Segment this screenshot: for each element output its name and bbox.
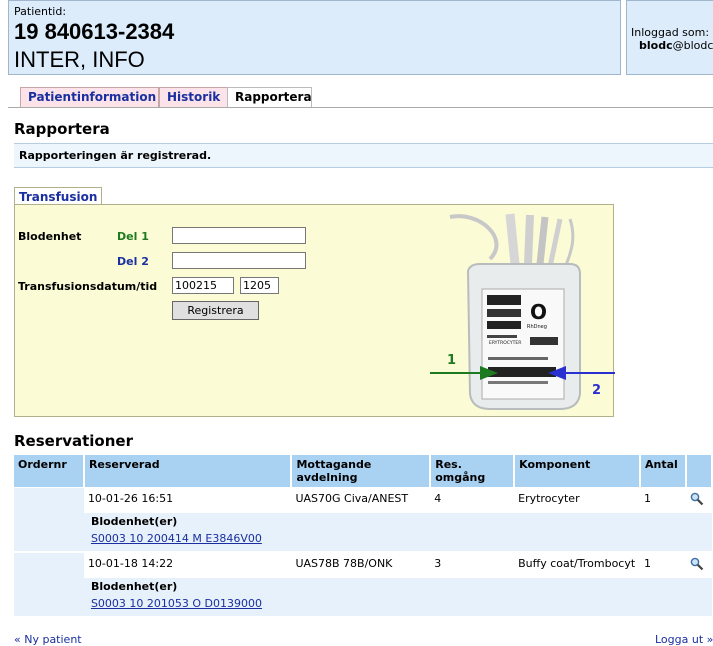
login-user-name: blodc <box>639 39 673 52</box>
cell-reserverad: 10-01-26 16:51 <box>83 487 292 513</box>
patient-name: INTER, INFO <box>14 47 145 72</box>
patient-header: Patientid: 19 840613-2384 INTER, INFO <box>8 0 621 75</box>
cell-avdelning: UAS70G Civa/ANEST <box>291 487 431 513</box>
cell-ordernr <box>14 487 84 552</box>
tab-historik[interactable]: Historik <box>159 87 228 108</box>
arrow-del1-label: 1 <box>447 353 456 368</box>
tab-patientinformation[interactable]: Patientinformation <box>20 87 159 108</box>
col-actions <box>685 455 713 488</box>
status-message-text: Rapporteringen är registrerad. <box>19 149 212 162</box>
blodenhet-label: Blodenhet <box>18 230 82 243</box>
tab-rapportera[interactable]: Rapportera <box>227 87 312 108</box>
col-reserverad[interactable]: Reserverad <box>83 455 293 488</box>
del2-label: Del 2 <box>117 255 149 268</box>
time-input[interactable] <box>240 277 279 294</box>
cell-action <box>685 487 712 513</box>
login-info: Inloggad som: blodc@blodc <box>626 0 713 75</box>
transfusion-panel: Blodenhet Del 1 Del 2 Transfusionsdatum/… <box>14 204 615 417</box>
blood-bag-image: O RhDneg ERYTROCYTER 1 2 <box>430 213 615 410</box>
cell-reserverad: 10-01-18 14:22 <box>83 551 292 578</box>
cell-antal: 1 <box>639 551 686 578</box>
blodenhet-cell: Blodenhet(er) S0003 10 200414 M E3846V00 <box>83 513 712 552</box>
del1-input[interactable] <box>172 227 306 244</box>
col-komponent[interactable]: Komponent <box>514 455 641 488</box>
cell-action <box>685 551 712 578</box>
col-antal[interactable]: Antal <box>639 455 687 488</box>
blodenhet-title: Blodenhet(er) <box>90 580 178 593</box>
blodenhet-title: Blodenhet(er) <box>90 515 178 528</box>
bag-product: ERYTROCYTER <box>489 340 521 346</box>
cell-komponent: Buffy coat/Trombocyt <box>514 551 640 578</box>
cell-omgang: 4 <box>430 487 515 513</box>
magnifier-icon[interactable] <box>690 492 704 506</box>
patient-id-label: Patientid: <box>14 5 67 18</box>
cell-ordernr <box>14 551 84 616</box>
login-user: blodc@blodc <box>639 39 713 52</box>
status-message: Rapporteringen är registrerad. <box>14 143 713 168</box>
login-user-domain: @blodc <box>672 39 713 52</box>
datum-label: Transfusionsdatum/tid <box>18 280 158 293</box>
magnifier-icon[interactable] <box>690 557 704 571</box>
cell-omgang: 3 <box>430 551 515 578</box>
table-row: 10-01-26 16:51 UAS70G Civa/ANEST 4 Erytr… <box>14 487 712 552</box>
tab-divider <box>8 107 713 108</box>
table-row-detail: Blodenhet(er) S0003 10 200414 M E3846V00 <box>14 513 712 552</box>
table-row: 10-01-18 14:22 UAS78B 78B/ONK 3 Buffy co… <box>14 551 712 616</box>
arrow-del2-label: 2 <box>592 383 601 398</box>
register-button[interactable]: Registrera <box>172 301 259 320</box>
blodenhet-link[interactable]: S0003 10 201053 O D0139000 <box>91 597 262 610</box>
del2-input[interactable] <box>172 252 306 269</box>
login-label: Inloggad som: <box>631 26 710 39</box>
blodenhet-link[interactable]: S0003 10 200414 M E3846V00 <box>91 532 262 545</box>
table-row-detail: Blodenhet(er) S0003 10 201053 O D0139000 <box>14 578 712 616</box>
col-omgang[interactable]: Res. omgång <box>430 455 516 488</box>
blodenhet-cell: Blodenhet(er) S0003 10 201053 O D0139000 <box>83 578 712 616</box>
patient-id: 19 840613-2384 <box>14 19 175 44</box>
del1-label: Del 1 <box>117 230 149 243</box>
bag-blood-group: O <box>530 300 547 324</box>
date-input[interactable] <box>172 277 234 294</box>
page-title: Rapportera <box>14 120 110 138</box>
reservations-title: Reservationer <box>14 432 133 450</box>
table-header-row: Ordernr Reserverad Mottagande avdelning … <box>14 455 713 488</box>
cell-komponent: Erytrocyter <box>514 487 640 513</box>
col-ordernr[interactable]: Ordernr <box>14 455 85 488</box>
cell-antal: 1 <box>639 487 686 513</box>
col-avdelning[interactable]: Mottagande avdelning <box>291 455 432 488</box>
bag-rh: RhDneg <box>527 324 547 330</box>
cell-avdelning: UAS78B 78B/ONK <box>291 551 431 578</box>
reservations-table: Ordernr Reserverad Mottagande avdelning … <box>14 455 713 616</box>
bag-body-icon <box>466 263 581 410</box>
